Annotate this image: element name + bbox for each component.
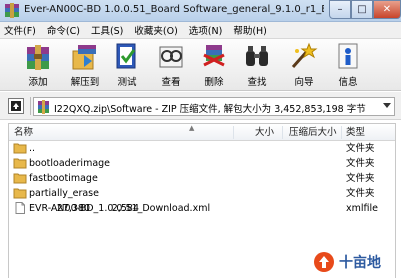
watermark-text: 十亩地 bbox=[339, 255, 381, 271]
file-name: .. bbox=[29, 143, 36, 154]
folder-icon bbox=[13, 143, 27, 154]
file-type: 文件夹 bbox=[346, 143, 375, 154]
file-type: 文件夹 bbox=[346, 158, 375, 169]
close-button[interactable]: ✕ bbox=[373, 0, 401, 19]
file-size: 27,380 bbox=[56, 203, 90, 214]
column-type[interactable]: 类型 bbox=[346, 124, 365, 141]
file-type: 文件夹 bbox=[346, 188, 375, 199]
delete-icon bbox=[203, 45, 225, 67]
minimize-button[interactable]: – bbox=[329, 0, 351, 19]
test-label: 测试 bbox=[117, 77, 137, 88]
add-button[interactable]: 添加 bbox=[20, 41, 56, 89]
test-icon bbox=[116, 43, 136, 69]
file-name: bootloaderimage bbox=[29, 158, 111, 169]
column-packed-size[interactable]: 压缩后大小 bbox=[289, 124, 337, 141]
list-item[interactable]: bootloaderimage 文件夹 bbox=[9, 156, 395, 171]
winrar-app-icon[interactable] bbox=[4, 3, 20, 18]
find-button[interactable]: 查找 bbox=[239, 41, 275, 89]
xml-file-icon bbox=[15, 202, 25, 214]
list-item[interactable]: .. 文件夹 bbox=[9, 141, 395, 156]
file-name: partially_erase bbox=[29, 188, 99, 199]
window-controls: – □ ✕ bbox=[329, 0, 401, 20]
find-label: 查找 bbox=[247, 77, 267, 88]
menu-tools[interactable]: 工具(S) bbox=[91, 23, 123, 37]
sort-up-icon: ▲ bbox=[189, 124, 195, 132]
extract-to-icon bbox=[72, 45, 96, 70]
window-title: Ever-AN00C-BD 1.0.0.51_Board Software_ge… bbox=[24, 4, 324, 15]
list-item[interactable]: partially_erase 文件夹 bbox=[9, 186, 395, 201]
folder-icon bbox=[13, 173, 27, 184]
delete-label: 删除 bbox=[204, 77, 224, 88]
menu-file[interactable]: 文件(F) bbox=[4, 23, 36, 37]
wizard-button[interactable]: 向导 bbox=[286, 41, 322, 89]
add-label: 添加 bbox=[28, 77, 48, 88]
add-archive-icon bbox=[27, 45, 49, 70]
file-name: fastbootimage bbox=[29, 173, 98, 184]
menu-favorites[interactable]: 收藏夹(O) bbox=[134, 23, 177, 37]
menu-options[interactable]: 选项(N) bbox=[189, 23, 223, 37]
column-size[interactable]: 大小 bbox=[255, 124, 274, 141]
up-folder-button[interactable] bbox=[8, 98, 24, 114]
file-list-header: 名称 ▲ 大小 压缩后大小 类型 bbox=[9, 124, 395, 141]
watermark-logo-icon bbox=[314, 252, 334, 272]
folder-icon bbox=[13, 188, 27, 199]
title-bar: Ever-AN00C-BD 1.0.0.51_Board Software_ge… bbox=[0, 0, 401, 22]
watermark: 十亩地 bbox=[313, 250, 395, 274]
info-icon bbox=[338, 43, 358, 69]
delete-button[interactable]: 删除 bbox=[196, 41, 232, 89]
find-icon bbox=[246, 46, 268, 66]
view-label: 查看 bbox=[161, 77, 181, 88]
toolbar: 添加 解压到 测试 查看 删除 查找 向导 信息 bbox=[0, 39, 401, 91]
menu-commands[interactable]: 命令(C) bbox=[47, 23, 80, 37]
info-label: 信息 bbox=[338, 77, 358, 88]
column-divider[interactable] bbox=[282, 126, 283, 139]
folder-icon bbox=[13, 158, 27, 169]
file-type: 文件夹 bbox=[346, 173, 375, 184]
address-bar: I22QXQ.zip\Software - ZIP 压缩文件, 解包大小为 3,… bbox=[0, 92, 401, 120]
file-type: xmlfile bbox=[346, 203, 378, 214]
column-divider[interactable] bbox=[341, 126, 342, 139]
column-name[interactable]: 名称 bbox=[14, 124, 33, 141]
zip-archive-icon bbox=[38, 100, 49, 114]
file-packed-size: 2,584 bbox=[111, 203, 139, 214]
archive-path-text: I22QXQ.zip\Software - ZIP 压缩文件, 解包大小为 3,… bbox=[54, 104, 366, 115]
maximize-button[interactable]: □ bbox=[351, 0, 373, 19]
list-item[interactable]: fastbootimage 文件夹 bbox=[9, 171, 395, 186]
menu-help[interactable]: 帮助(H) bbox=[233, 23, 267, 37]
archive-path-field[interactable]: I22QXQ.zip\Software - ZIP 压缩文件, 解包大小为 3,… bbox=[33, 97, 395, 116]
extract-to-button[interactable]: 解压到 bbox=[67, 41, 103, 89]
menu-bar: 文件(F) 命令(C) 工具(S) 收藏夹(O) 选项(N) 帮助(H) bbox=[0, 22, 401, 39]
info-button[interactable]: 信息 bbox=[330, 41, 366, 89]
view-button[interactable]: 查看 bbox=[153, 41, 189, 89]
up-arrow-icon bbox=[11, 101, 21, 111]
extract-to-label: 解压到 bbox=[70, 77, 100, 88]
list-item[interactable]: EVR-AN00-BD_1.0.0.51_Download.xml 27,380… bbox=[9, 201, 395, 216]
chevron-down-icon[interactable] bbox=[383, 103, 391, 108]
test-button[interactable]: 测试 bbox=[109, 41, 145, 89]
address-separator bbox=[30, 97, 31, 115]
view-icon bbox=[159, 46, 183, 68]
wizard-icon bbox=[291, 42, 318, 68]
column-divider[interactable] bbox=[233, 126, 234, 139]
wizard-label: 向导 bbox=[294, 77, 314, 88]
